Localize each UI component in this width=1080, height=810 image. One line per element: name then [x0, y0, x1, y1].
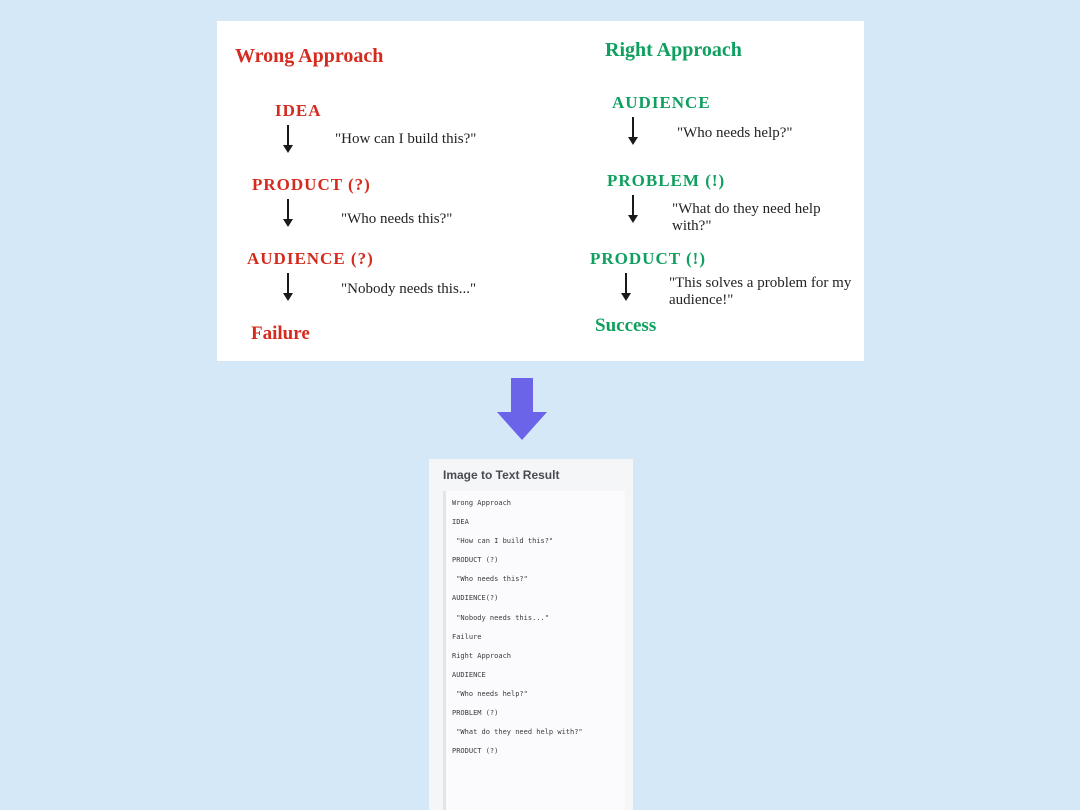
result-text-block: Wrong Approach IDEA "How can I build this… — [443, 491, 625, 810]
arrow-down-icon — [625, 273, 627, 299]
arrow-down-icon — [287, 273, 289, 299]
right-outcome: Success — [595, 315, 656, 337]
left-title: Wrong Approach — [235, 45, 383, 68]
ocr-result-panel: Image to Text Result Wrong Approach IDEA … — [429, 459, 633, 810]
right-title: Right Approach — [605, 39, 742, 62]
arrow-down-icon — [632, 195, 634, 221]
left-step-2-quote: "Who needs this?" — [341, 211, 452, 228]
right-step-3-quote: "This solves a problem for my audience!" — [669, 275, 854, 308]
arrow-down-icon — [632, 117, 634, 143]
result-line: "Who needs help?" — [452, 690, 619, 699]
right-step-2-quote: "What do they need help with?" — [672, 201, 842, 234]
result-line: Right Approach — [452, 652, 619, 661]
left-step-2-label: PRODUCT (?) — [252, 175, 371, 195]
left-step-3-quote: "Nobody needs this..." — [341, 281, 476, 298]
whiteboard-diagram: Wrong Approach IDEA "How can I build thi… — [217, 21, 864, 361]
result-line: PROBLEM (?) — [452, 709, 619, 718]
right-step-3-label: PRODUCT (!) — [590, 249, 706, 269]
big-down-arrow-icon — [497, 378, 547, 440]
result-line: AUDIENCE(?) — [452, 594, 619, 603]
left-outcome: Failure — [251, 323, 310, 345]
left-step-3-label: AUDIENCE (?) — [247, 249, 374, 269]
right-step-1-quote: "Who needs help?" — [677, 125, 793, 142]
right-step-2-label: PROBLEM (!) — [607, 171, 725, 191]
result-line: "What do they need help with?" — [452, 728, 619, 737]
result-line: PRODUCT (?) — [452, 556, 619, 565]
result-header: Image to Text Result — [429, 459, 633, 491]
result-line: "Nobody needs this..." — [452, 614, 619, 623]
result-line: Failure — [452, 633, 619, 642]
arrow-down-icon — [287, 125, 289, 151]
result-line: Wrong Approach — [452, 499, 619, 508]
result-line: PRODUCT (?) — [452, 747, 619, 756]
left-step-1-quote: "How can I build this?" — [335, 131, 476, 148]
result-line: "How can I build this?" — [452, 537, 619, 546]
left-step-1-label: IDEA — [275, 101, 322, 121]
result-line: IDEA — [452, 518, 619, 527]
arrow-down-icon — [287, 199, 289, 225]
right-step-1-label: AUDIENCE — [612, 93, 711, 113]
result-line: AUDIENCE — [452, 671, 619, 680]
result-line: "Who needs this?" — [452, 575, 619, 584]
